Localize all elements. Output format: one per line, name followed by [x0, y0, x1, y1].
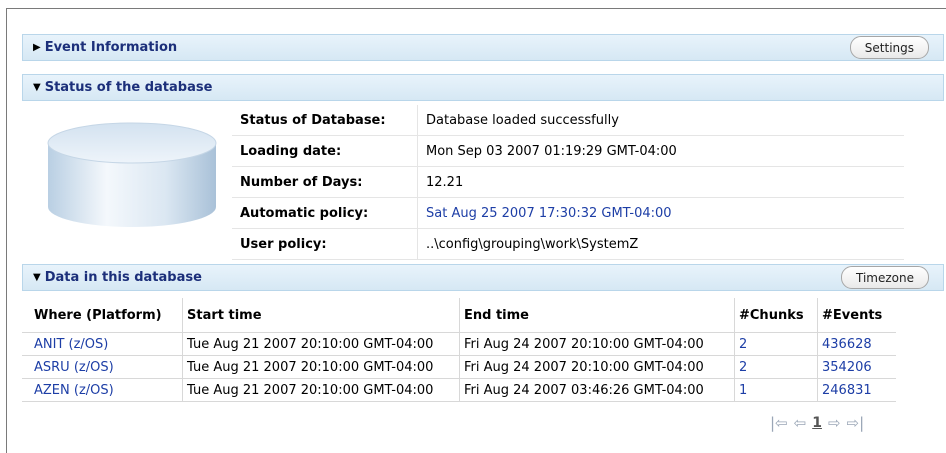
col-chunks[interactable]: #Chunks [734, 298, 818, 333]
data-header[interactable]: ▼ Data in this database Timezone [22, 264, 944, 291]
event-info-header[interactable]: ▶ Event Information Settings [22, 34, 944, 61]
expand-right-icon: ▶ [33, 42, 41, 53]
platform-link[interactable]: ANIT (z/OS) [22, 332, 183, 356]
collapse-down-icon: ▼ [33, 82, 41, 93]
status-row: Number of Days: 12.21 [232, 166, 904, 198]
prev-page-icon[interactable]: ⇦ [794, 414, 807, 432]
settings-button[interactable]: Settings [849, 36, 929, 59]
chunks-link[interactable]: 2 [734, 332, 818, 356]
events-link[interactable]: 246831 [817, 378, 896, 402]
data-title: Data in this database [44, 270, 202, 285]
status-title-wrap: ▼ Status of the database [33, 80, 212, 95]
status-table: Status of Database: Database loaded succ… [232, 105, 904, 260]
data-table: Where (Platform) Start time End time #Ch… [22, 298, 896, 402]
database-icon [47, 122, 217, 227]
first-page-icon[interactable]: |⇦ [770, 414, 788, 432]
data-section: ▼ Data in this database Timezone [22, 264, 944, 291]
number-of-days-value: 12.21 [417, 166, 904, 198]
data-title-wrap: ▼ Data in this database [33, 270, 202, 285]
user-policy-label: User policy: [232, 228, 418, 260]
table-header-row: Where (Platform) Start time End time #Ch… [22, 298, 896, 333]
collapse-down-icon: ▼ [33, 272, 41, 283]
table-row: AZEN (z/OS) Tue Aug 21 2007 20:10:00 GMT… [22, 378, 896, 402]
col-events[interactable]: #Events [817, 298, 896, 333]
chunks-link[interactable]: 2 [734, 355, 818, 379]
platform-link[interactable]: ASRU (z/OS) [22, 355, 183, 379]
loading-date-value: Mon Sep 03 2007 01:19:29 GMT-04:00 [417, 135, 904, 167]
status-value: Database loaded successfully [417, 105, 904, 136]
timezone-button[interactable]: Timezone [841, 266, 929, 289]
status-row: Automatic policy: Sat Aug 25 2007 17:30:… [232, 197, 904, 229]
status-row: Status of Database: Database loaded succ… [232, 105, 904, 136]
events-link[interactable]: 436628 [817, 332, 896, 356]
end-time-cell: Fri Aug 24 2007 20:10:00 GMT-04:00 [459, 355, 735, 379]
loading-date-label: Loading date: [232, 135, 418, 167]
start-time-cell: Tue Aug 21 2007 20:10:00 GMT-04:00 [182, 332, 460, 356]
status-row: Loading date: Mon Sep 03 2007 01:19:29 G… [232, 135, 904, 167]
events-link[interactable]: 354206 [817, 355, 896, 379]
start-time-cell: Tue Aug 21 2007 20:10:00 GMT-04:00 [182, 378, 460, 402]
status-title: Status of the database [44, 80, 213, 95]
user-policy-value: ..\config\grouping\work\SystemZ [417, 228, 904, 260]
chunks-link[interactable]: 1 [734, 378, 818, 402]
next-page-icon[interactable]: ⇨ [828, 414, 841, 432]
status-header[interactable]: ▼ Status of the database [22, 74, 944, 101]
event-info-section: ▶ Event Information Settings [22, 34, 944, 61]
start-time-cell: Tue Aug 21 2007 20:10:00 GMT-04:00 [182, 355, 460, 379]
platform-link[interactable]: AZEN (z/OS) [22, 378, 183, 402]
event-info-title-wrap: ▶ Event Information [33, 40, 177, 55]
last-page-icon[interactable]: ⇨| [847, 414, 865, 432]
page-number[interactable]: 1 [812, 415, 822, 431]
pager: |⇦ ⇦ 1 ⇨ ⇨| [770, 414, 864, 432]
status-section: ▼ Status of the database [22, 74, 944, 101]
end-time-cell: Fri Aug 24 2007 03:46:26 GMT-04:00 [459, 378, 735, 402]
automatic-policy-label: Automatic policy: [232, 197, 418, 229]
automatic-policy-link[interactable]: Sat Aug 25 2007 17:30:32 GMT-04:00 [417, 197, 904, 229]
col-where[interactable]: Where (Platform) [22, 298, 183, 333]
end-time-cell: Fri Aug 24 2007 20:10:00 GMT-04:00 [459, 332, 735, 356]
event-info-title: Event Information [44, 40, 178, 55]
number-of-days-label: Number of Days: [232, 166, 418, 198]
table-row: ANIT (z/OS) Tue Aug 21 2007 20:10:00 GMT… [22, 332, 896, 356]
status-content: Status of Database: Database loaded succ… [22, 105, 944, 260]
status-row: User policy: ..\config\grouping\work\Sys… [232, 228, 904, 260]
status-label: Status of Database: [232, 105, 418, 136]
table-row: ASRU (z/OS) Tue Aug 21 2007 20:10:00 GMT… [22, 355, 896, 379]
col-start-time[interactable]: Start time [182, 298, 460, 333]
col-end-time[interactable]: End time [459, 298, 735, 333]
